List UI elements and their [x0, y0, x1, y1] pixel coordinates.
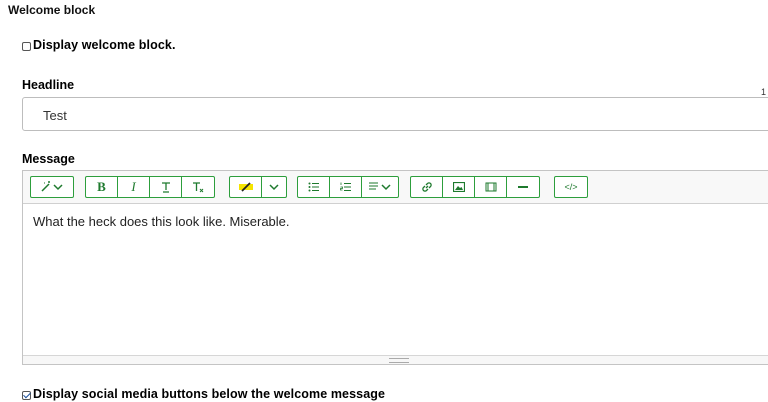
align-icon[interactable]: [362, 177, 398, 197]
bulleted-list-icon[interactable]: [298, 177, 330, 197]
format-group: B I: [85, 176, 215, 198]
image-icon[interactable]: [443, 177, 475, 197]
section-title: Welcome block: [8, 3, 96, 17]
highlight-group: [229, 176, 287, 198]
highlight-dropdown-icon[interactable]: [262, 177, 286, 197]
numbered-list-icon[interactable]: [330, 177, 362, 197]
italic-button[interactable]: I: [118, 177, 150, 197]
display-social-checkbox[interactable]: [22, 390, 31, 400]
list-group: [297, 176, 399, 198]
display-welcome-row[interactable]: Display welcome block.: [22, 38, 176, 52]
headline-label: Headline: [22, 78, 75, 92]
link-icon[interactable]: [411, 177, 443, 197]
display-welcome-label[interactable]: Display welcome block.: [33, 38, 176, 52]
source-group: </>: [554, 176, 588, 198]
magic-wand-icon[interactable]: [31, 177, 73, 197]
media-icon[interactable]: [475, 177, 507, 197]
clear-format-button[interactable]: [182, 177, 214, 197]
editor-resize-handle[interactable]: [23, 355, 768, 364]
message-label: Message: [22, 152, 75, 166]
horizontal-rule-icon[interactable]: [507, 177, 539, 197]
insert-group: [410, 176, 540, 198]
underline-button[interactable]: [150, 177, 182, 197]
headline-counter: 1: [760, 87, 766, 97]
source-code-button[interactable]: </>: [555, 177, 587, 197]
display-welcome-checkbox[interactable]: [22, 41, 31, 51]
headline-input[interactable]: Test: [22, 97, 768, 131]
editor-toolbar: B I </>: [23, 171, 768, 204]
highlighter-icon[interactable]: [230, 177, 262, 197]
resize-grip-icon: [389, 358, 409, 363]
message-content[interactable]: What the heck does this look like. Miser…: [23, 204, 768, 354]
display-social-label[interactable]: Display social media buttons below the w…: [33, 387, 385, 401]
display-social-row[interactable]: Display social media buttons below the w…: [22, 387, 385, 401]
magic-group: [30, 176, 74, 198]
bold-button[interactable]: B: [86, 177, 118, 197]
message-editor[interactable]: B I </> What the heck does this look lik…: [22, 170, 768, 365]
